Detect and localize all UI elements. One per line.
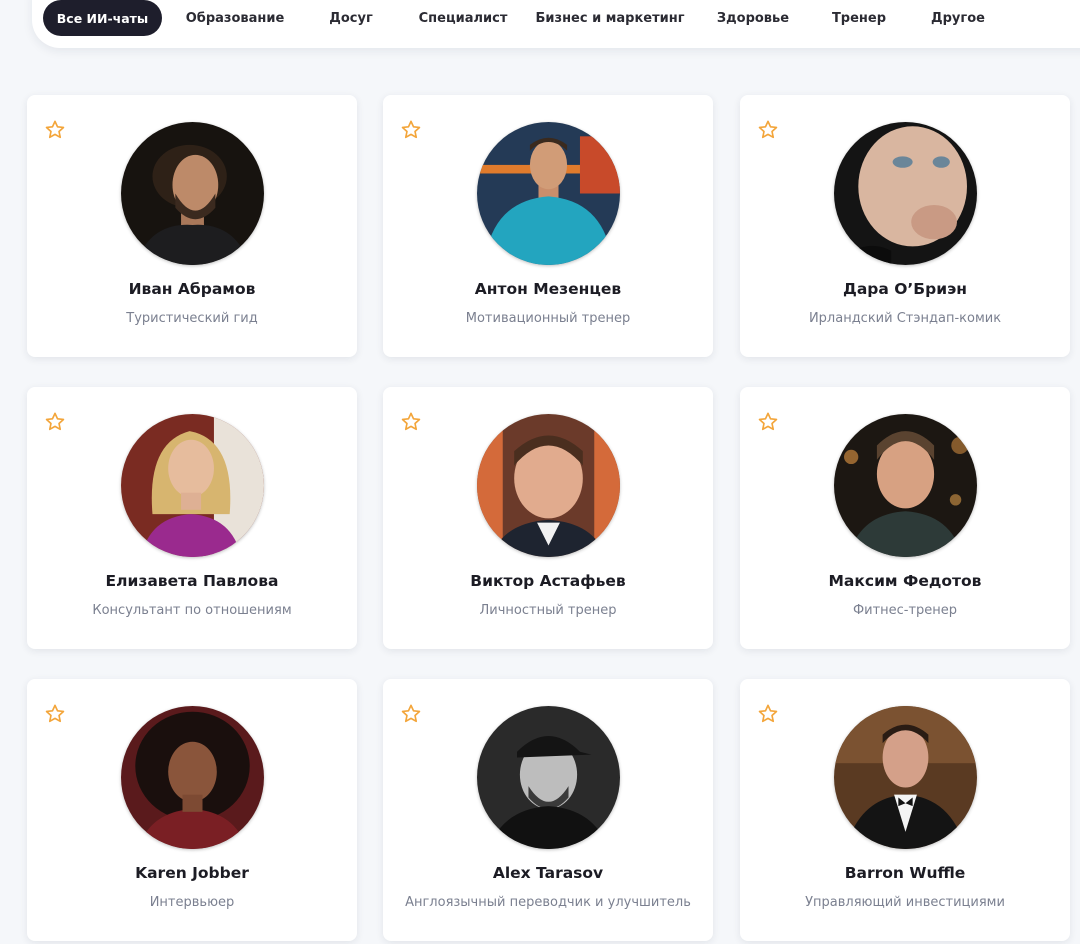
persona-card-dara-obrien[interactable]: Дара О’Бриэн Ирландский Стэндап-комик (740, 95, 1070, 357)
persona-role: Англоязычный переводчик и улучшитель (405, 895, 691, 910)
persona-card-karen-jobber[interactable]: Karen Jobber Интервьюер (27, 679, 357, 941)
star-outline-icon[interactable] (44, 119, 66, 141)
tab-leisure[interactable]: Досуг (316, 0, 386, 36)
star-outline-icon[interactable] (757, 119, 779, 141)
avatar-photo (834, 122, 977, 265)
tab-all-ai-chats[interactable]: Все ИИ-чаты (43, 0, 162, 36)
persona-role: Фитнес-тренер (852, 603, 958, 618)
avatar-photo (477, 414, 620, 557)
avatar-photo (834, 706, 977, 849)
star-outline-icon[interactable] (400, 119, 422, 141)
persona-role: Управляющий инвестициями (805, 895, 1005, 910)
star-outline-icon[interactable] (44, 703, 66, 725)
avatar-photo (834, 414, 977, 557)
star-outline-icon[interactable] (757, 703, 779, 725)
persona-role: Консультант по отношениям (92, 603, 292, 618)
tab-education[interactable]: Образование (179, 0, 291, 36)
persona-role: Личностный тренер (479, 603, 617, 618)
persona-name: Антон Мезенцев (474, 280, 622, 298)
persona-name: Елизавета Павлова (105, 572, 279, 590)
star-outline-icon[interactable] (757, 411, 779, 433)
avatar-photo (121, 122, 264, 265)
persona-card-maksim-fedotov[interactable]: Максим Федотов Фитнес-тренер (740, 387, 1070, 649)
persona-name: Виктор Астафьев (470, 572, 626, 590)
persona-role: Туристический гид (126, 311, 258, 326)
avatar-photo (477, 122, 620, 265)
tab-health[interactable]: Здоровье (709, 0, 797, 36)
persona-role: Интервьюер (149, 895, 235, 910)
persona-name: Barron Wuffle (844, 864, 966, 882)
tab-other[interactable]: Другое (922, 0, 994, 36)
avatar-photo (477, 706, 620, 849)
persona-role: Ирландский Стэндап-комик (808, 311, 1002, 326)
persona-card-elizaveta-pavlova[interactable]: Елизавета Павлова Консультант по отношен… (27, 387, 357, 649)
persona-card-alex-tarasov[interactable]: Alex Tarasov Англоязычный переводчик и у… (383, 679, 713, 941)
persona-card-barron-wuffle[interactable]: Barron Wuffle Управляющий инвестициями (740, 679, 1070, 941)
avatar-photo (121, 706, 264, 849)
tab-specialist[interactable]: Специалист (412, 0, 514, 36)
avatar-photo (121, 414, 264, 557)
tab-business-marketing[interactable]: Бизнес и маркетинг (536, 0, 685, 36)
persona-card-ivan-abramov[interactable]: Иван Абрамов Туристический гид (27, 95, 357, 357)
persona-name: Максим Федотов (828, 572, 982, 590)
persona-card-anton-mezentsev[interactable]: Антон Мезенцев Мотивационный тренер (383, 95, 713, 357)
tab-coach[interactable]: Тренер (825, 0, 893, 36)
star-outline-icon[interactable] (44, 411, 66, 433)
persona-role: Мотивационный тренер (465, 311, 631, 326)
persona-card-viktor-astafyev[interactable]: Виктор Астафьев Личностный тренер (383, 387, 713, 649)
persona-name: Karen Jobber (135, 864, 249, 882)
persona-name: Иван Абрамов (128, 280, 256, 298)
persona-name: Alex Tarasov (492, 864, 604, 882)
category-tab-bar: Все ИИ-чаты Образование Досуг Специалист… (32, 0, 1080, 48)
star-outline-icon[interactable] (400, 703, 422, 725)
star-outline-icon[interactable] (400, 411, 422, 433)
persona-name: Дара О’Бриэн (843, 280, 967, 298)
